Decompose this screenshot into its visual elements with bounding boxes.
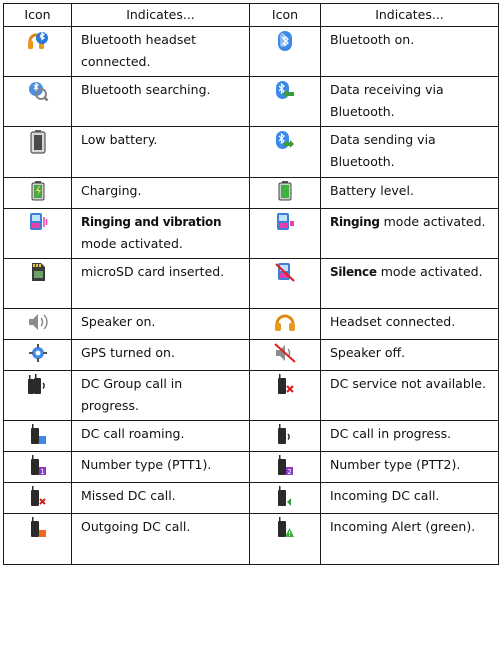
- legend-text: Number type (PTT1).: [81, 457, 212, 472]
- legend-text: Speaker off.: [330, 345, 406, 360]
- table-row: Ringing and vibration mode activated. Rin…: [3, 208, 499, 259]
- ringing-vibration-icon: [4, 212, 71, 232]
- silence-mode-icon: [250, 262, 320, 282]
- table-row: Bluetooth headset connected. Bluetooth o…: [3, 26, 499, 77]
- speaker-on-icon: [4, 312, 71, 332]
- legend-text: Bluetooth on.: [330, 32, 415, 47]
- legend-text: DC Group call in progress.: [81, 376, 183, 413]
- table-row: Speaker on. Headset connected.: [3, 308, 499, 340]
- bluetooth-data-receiving-icon: [250, 80, 320, 102]
- legend-text: Headset connected.: [330, 314, 456, 329]
- dc-group-call-icon: [4, 374, 71, 396]
- table-row: DC Group call in progress. DC service no…: [3, 370, 499, 421]
- table-row: 1 Number type (PTT1). 2 Number type (PTT…: [3, 451, 499, 483]
- legend-text: Incoming DC call.: [330, 488, 440, 503]
- legend-text: Outgoing DC call.: [81, 519, 191, 534]
- table-row: Low battery. Data sending via Bluetooth.: [3, 126, 499, 178]
- legend-text: Number type (PTT2).: [330, 457, 461, 472]
- legend-text: Data sending via Bluetooth.: [330, 132, 436, 169]
- bluetooth-on-icon: [250, 30, 320, 52]
- bluetooth-headset-connected-icon: [4, 30, 71, 52]
- battery-level-icon: [250, 181, 320, 201]
- ringing-mode-icon: [250, 212, 320, 232]
- dc-call-in-progress-icon: [250, 424, 320, 446]
- header-icon-left: Icon: [3, 3, 72, 27]
- charging-icon: [4, 181, 71, 201]
- dc-call-roaming-icon: [4, 424, 71, 446]
- table-header-row: Icon Indicates... Icon Indicates...: [3, 3, 499, 27]
- legend-emphasis: Ringing: [330, 215, 380, 229]
- legend-text: DC call roaming.: [81, 426, 185, 441]
- header-indicates-right: Indicates...: [320, 3, 499, 27]
- low-battery-icon: [4, 130, 71, 154]
- table-row: Missed DC call. Incoming DC call.: [3, 482, 499, 514]
- table-row: microSD card inserted. Silence mode acti…: [3, 258, 499, 309]
- legend-text: mode activated.: [380, 264, 483, 279]
- legend-text: microSD card inserted.: [81, 264, 225, 279]
- legend-text: Bluetooth headset connected.: [81, 32, 196, 69]
- table-row: Bluetooth searching. Data receiving via …: [3, 76, 499, 127]
- microsd-card-icon: [4, 262, 71, 282]
- legend-emphasis: Silence: [330, 265, 377, 279]
- legend-text: Bluetooth searching.: [81, 82, 211, 97]
- header-icon-right: Icon: [249, 3, 321, 27]
- table-row: Charging. Battery level.: [3, 177, 499, 209]
- incoming-dc-call-icon: [250, 486, 320, 508]
- gps-on-icon: [4, 343, 71, 363]
- bluetooth-searching-icon: [4, 80, 71, 102]
- legend-text: Incoming Alert (green).: [330, 519, 476, 534]
- legend-emphasis: Ringing and vibration: [81, 215, 222, 229]
- dc-service-unavailable-icon: [250, 374, 320, 396]
- legend-text: Missed DC call.: [81, 488, 176, 503]
- legend-text: Speaker on.: [81, 314, 156, 329]
- table-row: Outgoing DC call. Incoming Alert (green)…: [3, 513, 499, 565]
- legend-text: Low battery.: [81, 132, 158, 147]
- table-row: GPS turned on. Speaker off.: [3, 339, 499, 371]
- bluetooth-data-sending-icon: [250, 130, 320, 152]
- legend-text: Charging.: [81, 183, 142, 198]
- outgoing-dc-call-icon: [4, 517, 71, 539]
- header-indicates-left: Indicates...: [71, 3, 250, 27]
- legend-text: Data receiving via Bluetooth.: [330, 82, 444, 119]
- number-type-ptt2-icon: 2: [250, 455, 320, 477]
- icon-legend-table: Icon Indicates... Icon Indicates... Blue…: [3, 3, 499, 565]
- legend-text: mode activated.: [383, 214, 486, 229]
- svg-text:1: 1: [40, 468, 44, 476]
- missed-dc-call-icon: [4, 486, 71, 508]
- incoming-alert-green-icon: [250, 517, 320, 539]
- table-row: DC call roaming. DC call in progress.: [3, 420, 499, 452]
- legend-text: Battery level.: [330, 183, 414, 198]
- legend-text: DC call in progress.: [330, 426, 452, 441]
- speaker-off-icon: [250, 343, 320, 363]
- svg-text:2: 2: [287, 468, 291, 476]
- legend-text: DC service not available.: [330, 376, 486, 391]
- legend-text: mode activated.: [81, 236, 183, 251]
- legend-text: GPS turned on.: [81, 345, 175, 360]
- number-type-ptt1-icon: 1: [4, 455, 71, 477]
- headset-connected-icon: [250, 312, 320, 332]
